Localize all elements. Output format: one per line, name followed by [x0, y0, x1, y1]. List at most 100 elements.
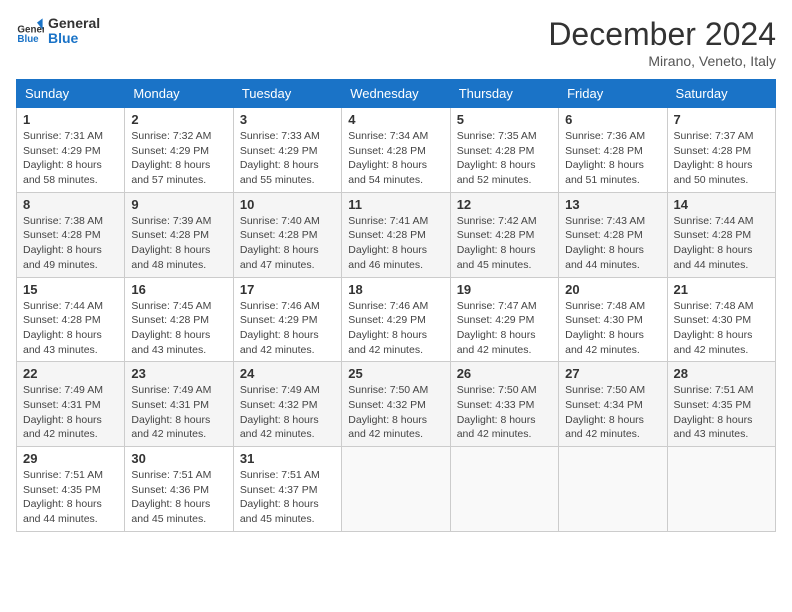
day-cell-31: 31 Sunrise: 7:51 AM Sunset: 4:37 PM Dayl… [233, 447, 341, 532]
sunset: Sunset: 4:29 PM [240, 145, 318, 157]
weekday-header-monday: Monday [125, 80, 233, 108]
day-info: Sunrise: 7:51 AM Sunset: 4:35 PM Dayligh… [674, 383, 769, 442]
day-info: Sunrise: 7:31 AM Sunset: 4:29 PM Dayligh… [23, 129, 118, 188]
day-cell-19: 19 Sunrise: 7:47 AM Sunset: 4:29 PM Dayl… [450, 277, 558, 362]
day-info: Sunrise: 7:45 AM Sunset: 4:28 PM Dayligh… [131, 299, 226, 358]
weekday-header-tuesday: Tuesday [233, 80, 341, 108]
sunrise: Sunrise: 7:50 AM [348, 384, 428, 396]
day-number: 19 [457, 282, 552, 297]
day-number: 14 [674, 197, 769, 212]
empty-cell [450, 447, 558, 532]
sunrise: Sunrise: 7:37 AM [674, 130, 754, 142]
sunrise: Sunrise: 7:45 AM [131, 300, 211, 312]
weekday-header-saturday: Saturday [667, 80, 775, 108]
sunrise: Sunrise: 7:51 AM [674, 384, 754, 396]
sunset: Sunset: 4:35 PM [674, 399, 752, 411]
day-number: 7 [674, 112, 769, 127]
sunset: Sunset: 4:28 PM [674, 229, 752, 241]
sunrise: Sunrise: 7:48 AM [674, 300, 754, 312]
day-cell-2: 2 Sunrise: 7:32 AM Sunset: 4:29 PM Dayli… [125, 108, 233, 193]
day-number: 3 [240, 112, 335, 127]
day-info: Sunrise: 7:44 AM Sunset: 4:28 PM Dayligh… [23, 299, 118, 358]
day-info: Sunrise: 7:51 AM Sunset: 4:35 PM Dayligh… [23, 468, 118, 527]
day-cell-26: 26 Sunrise: 7:50 AM Sunset: 4:33 PM Dayl… [450, 362, 558, 447]
daylight: Daylight: 8 hours and 44 minutes. [565, 244, 644, 271]
daylight: Daylight: 8 hours and 42 minutes. [457, 414, 536, 441]
logo: General Blue General Blue [16, 16, 100, 47]
sunrise: Sunrise: 7:50 AM [565, 384, 645, 396]
daylight: Daylight: 8 hours and 44 minutes. [674, 244, 753, 271]
sunrise: Sunrise: 7:40 AM [240, 215, 320, 227]
sunset: Sunset: 4:29 PM [131, 145, 209, 157]
day-cell-21: 21 Sunrise: 7:48 AM Sunset: 4:30 PM Dayl… [667, 277, 775, 362]
daylight: Daylight: 8 hours and 46 minutes. [348, 244, 427, 271]
day-number: 15 [23, 282, 118, 297]
day-number: 1 [23, 112, 118, 127]
day-info: Sunrise: 7:46 AM Sunset: 4:29 PM Dayligh… [240, 299, 335, 358]
day-info: Sunrise: 7:50 AM Sunset: 4:32 PM Dayligh… [348, 383, 443, 442]
daylight: Daylight: 8 hours and 48 minutes. [131, 244, 210, 271]
weekday-header-friday: Friday [559, 80, 667, 108]
day-info: Sunrise: 7:47 AM Sunset: 4:29 PM Dayligh… [457, 299, 552, 358]
sunset: Sunset: 4:28 PM [565, 145, 643, 157]
day-info: Sunrise: 7:40 AM Sunset: 4:28 PM Dayligh… [240, 214, 335, 273]
calendar-week-row: 22 Sunrise: 7:49 AM Sunset: 4:31 PM Dayl… [17, 362, 776, 447]
sunrise: Sunrise: 7:35 AM [457, 130, 537, 142]
day-number: 28 [674, 366, 769, 381]
sunrise: Sunrise: 7:43 AM [565, 215, 645, 227]
day-info: Sunrise: 7:51 AM Sunset: 4:37 PM Dayligh… [240, 468, 335, 527]
sunrise: Sunrise: 7:42 AM [457, 215, 537, 227]
day-number: 6 [565, 112, 660, 127]
sunset: Sunset: 4:28 PM [240, 229, 318, 241]
day-cell-23: 23 Sunrise: 7:49 AM Sunset: 4:31 PM Dayl… [125, 362, 233, 447]
sunset: Sunset: 4:30 PM [674, 314, 752, 326]
sunset: Sunset: 4:33 PM [457, 399, 535, 411]
day-cell-11: 11 Sunrise: 7:41 AM Sunset: 4:28 PM Dayl… [342, 192, 450, 277]
day-cell-8: 8 Sunrise: 7:38 AM Sunset: 4:28 PM Dayli… [17, 192, 125, 277]
day-number: 4 [348, 112, 443, 127]
daylight: Daylight: 8 hours and 45 minutes. [457, 244, 536, 271]
day-cell-27: 27 Sunrise: 7:50 AM Sunset: 4:34 PM Dayl… [559, 362, 667, 447]
day-info: Sunrise: 7:41 AM Sunset: 4:28 PM Dayligh… [348, 214, 443, 273]
day-cell-22: 22 Sunrise: 7:49 AM Sunset: 4:31 PM Dayl… [17, 362, 125, 447]
day-info: Sunrise: 7:35 AM Sunset: 4:28 PM Dayligh… [457, 129, 552, 188]
day-number: 31 [240, 451, 335, 466]
daylight: Daylight: 8 hours and 42 minutes. [348, 414, 427, 441]
month-title: December 2024 [548, 16, 776, 53]
sunrise: Sunrise: 7:33 AM [240, 130, 320, 142]
sunset: Sunset: 4:28 PM [23, 229, 101, 241]
sunset: Sunset: 4:28 PM [457, 145, 535, 157]
sunset: Sunset: 4:28 PM [23, 314, 101, 326]
sunrise: Sunrise: 7:36 AM [565, 130, 645, 142]
day-cell-17: 17 Sunrise: 7:46 AM Sunset: 4:29 PM Dayl… [233, 277, 341, 362]
sunrise: Sunrise: 7:50 AM [457, 384, 537, 396]
daylight: Daylight: 8 hours and 43 minutes. [131, 329, 210, 356]
day-number: 29 [23, 451, 118, 466]
day-number: 26 [457, 366, 552, 381]
day-number: 17 [240, 282, 335, 297]
sunrise: Sunrise: 7:51 AM [131, 469, 211, 481]
day-info: Sunrise: 7:38 AM Sunset: 4:28 PM Dayligh… [23, 214, 118, 273]
day-cell-6: 6 Sunrise: 7:36 AM Sunset: 4:28 PM Dayli… [559, 108, 667, 193]
sunrise: Sunrise: 7:38 AM [23, 215, 103, 227]
day-info: Sunrise: 7:36 AM Sunset: 4:28 PM Dayligh… [565, 129, 660, 188]
location: Mirano, Veneto, Italy [548, 53, 776, 69]
day-cell-5: 5 Sunrise: 7:35 AM Sunset: 4:28 PM Dayli… [450, 108, 558, 193]
day-info: Sunrise: 7:48 AM Sunset: 4:30 PM Dayligh… [674, 299, 769, 358]
day-number: 2 [131, 112, 226, 127]
day-cell-4: 4 Sunrise: 7:34 AM Sunset: 4:28 PM Dayli… [342, 108, 450, 193]
svg-text:Blue: Blue [17, 35, 39, 46]
daylight: Daylight: 8 hours and 42 minutes. [240, 414, 319, 441]
logo-icon: General Blue [16, 17, 44, 45]
logo-general: General [48, 15, 100, 31]
weekday-header-wednesday: Wednesday [342, 80, 450, 108]
sunrise: Sunrise: 7:44 AM [674, 215, 754, 227]
day-number: 11 [348, 197, 443, 212]
day-number: 9 [131, 197, 226, 212]
daylight: Daylight: 8 hours and 42 minutes. [348, 329, 427, 356]
daylight: Daylight: 8 hours and 42 minutes. [131, 414, 210, 441]
sunset: Sunset: 4:28 PM [348, 145, 426, 157]
daylight: Daylight: 8 hours and 54 minutes. [348, 159, 427, 186]
day-cell-20: 20 Sunrise: 7:48 AM Sunset: 4:30 PM Dayl… [559, 277, 667, 362]
day-number: 16 [131, 282, 226, 297]
